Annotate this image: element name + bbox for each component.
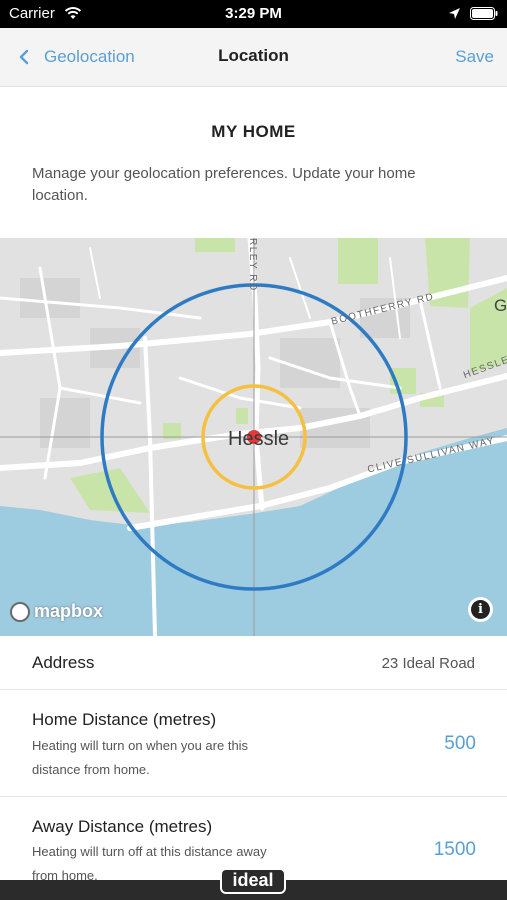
mapbox-logo-icon <box>10 601 30 622</box>
info-icon: i <box>471 600 490 619</box>
battery-icon <box>470 7 498 20</box>
home-distance-description: Heating will turn on when you are this d… <box>32 738 249 777</box>
location-arrow-icon <box>449 8 460 19</box>
status-time: 3:29 PM <box>225 5 282 22</box>
town-label: Hessle <box>228 428 290 450</box>
address-label: Address <box>32 653 95 672</box>
chevron-left-icon <box>19 49 29 65</box>
save-button[interactable]: Save <box>455 47 494 67</box>
back-button[interactable]: Geolocation <box>18 44 135 70</box>
home-distance-row[interactable]: Home Distance (metres) Heating will turn… <box>0 690 507 797</box>
address-row[interactable]: Address 23 Ideal Road <box>0 636 507 690</box>
section-title: MY HOME <box>211 122 296 141</box>
away-distance-label: Away Distance (metres) <box>32 817 213 836</box>
home-distance-value[interactable]: 500 <box>444 733 476 755</box>
navigation-bar: Geolocation Location Save <box>0 28 507 87</box>
map-info-button[interactable]: i <box>468 597 493 622</box>
away-distance-value[interactable]: 1500 <box>434 839 476 861</box>
mapbox-attribution[interactable]: mapbox <box>10 601 103 622</box>
mapbox-label: mapbox <box>34 601 104 621</box>
map-view[interactable]: RLEY RD BOOTHFERRY RD HESSLE R CLIVE SUL… <box>0 238 507 636</box>
road-label: RLEY RD <box>247 238 258 292</box>
section-description: Manage your geolocation preferences. Upd… <box>32 165 416 204</box>
address-value: 23 Ideal Road <box>381 655 475 672</box>
road-label: G <box>494 296 507 315</box>
back-button-label: Geolocation <box>44 47 135 66</box>
home-distance-label: Home Distance (metres) <box>32 710 217 729</box>
ideal-logo: ideal <box>220 868 286 894</box>
status-bar: Carrier 3:29 PM <box>0 0 507 28</box>
